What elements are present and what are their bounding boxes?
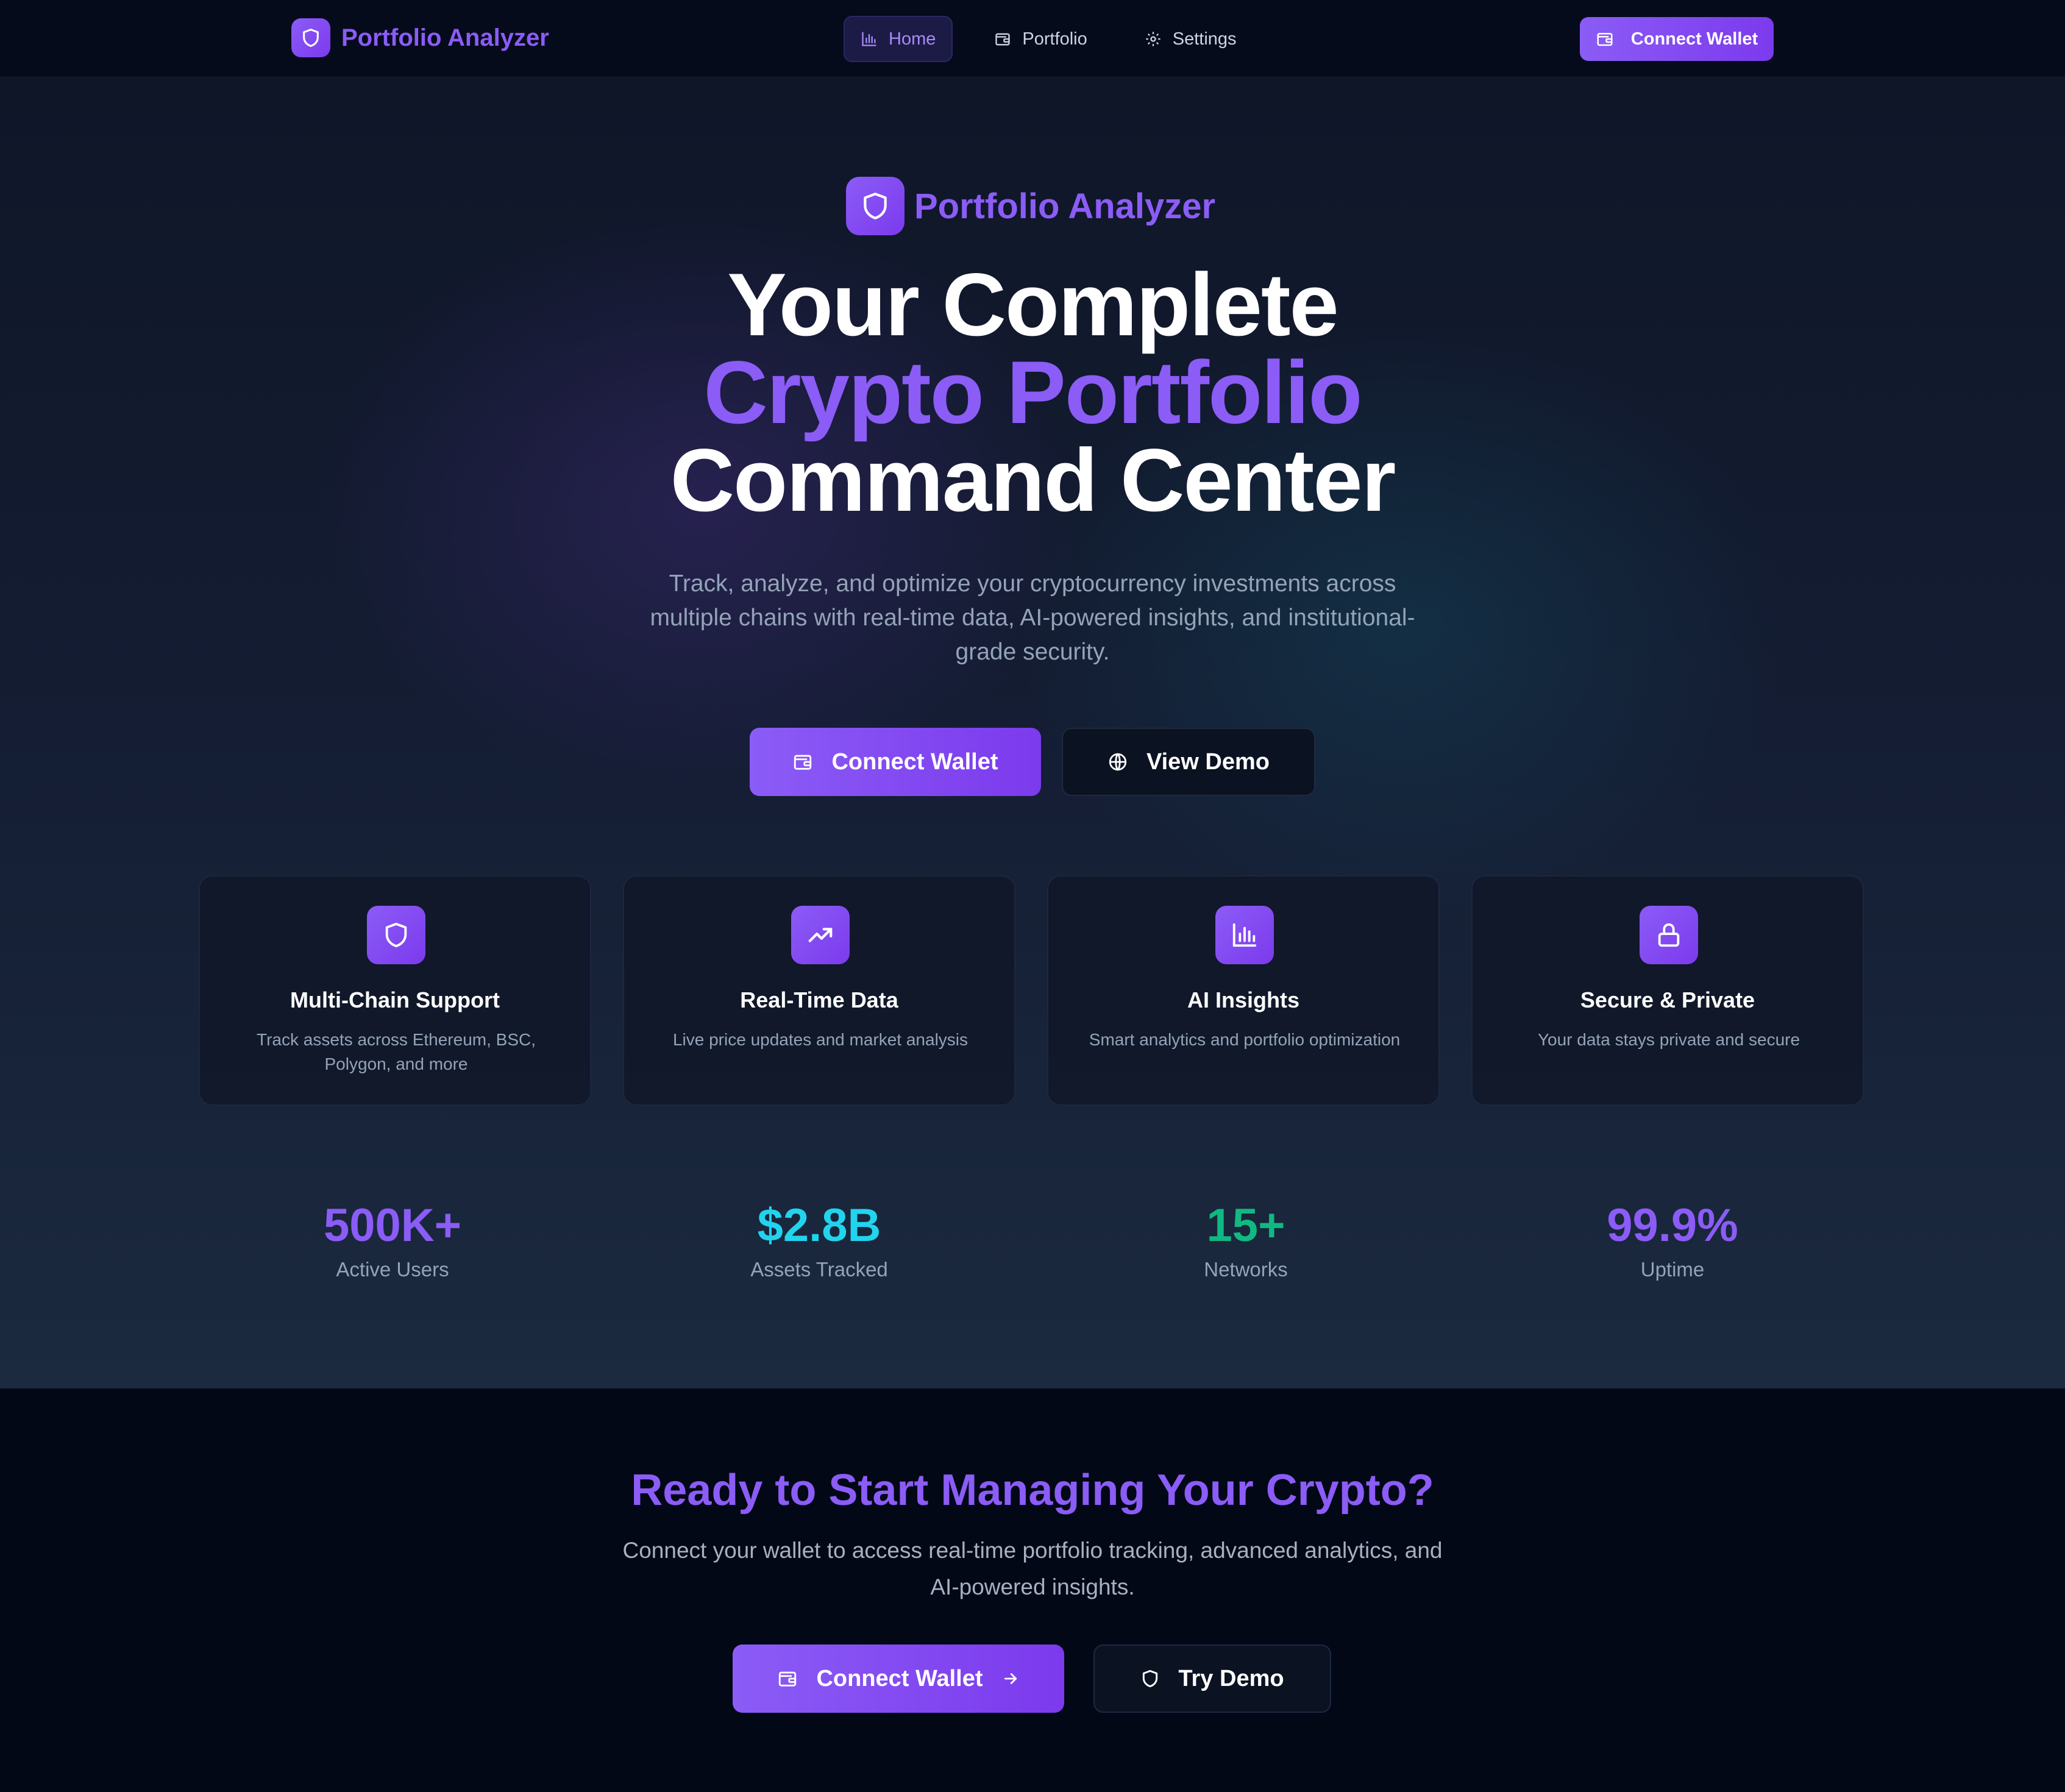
cta-title: Ready to Start Managing Your Crypto? — [631, 1466, 1434, 1515]
bar-chart-icon — [862, 32, 876, 46]
trending-up-icon — [791, 906, 850, 964]
stat-label: Networks — [1204, 1258, 1288, 1281]
hero-connect-wallet-button[interactable]: Connect Wallet — [750, 728, 1041, 796]
feature-title: Multi-Chain Support — [290, 987, 500, 1012]
shield-icon — [291, 18, 330, 57]
feature-description: Your data stays private and secure — [1537, 1030, 1800, 1049]
stat-value: $2.8B — [757, 1200, 881, 1251]
page: Portfolio Analyzer Home Portfolio Settin… — [0, 0, 2065, 1792]
nav-brand[interactable]: Portfolio Analyzer — [291, 18, 549, 57]
nav-link-label: Portfolio — [1022, 29, 1087, 49]
button-label: Connect Wallet — [816, 1665, 983, 1691]
feature-card-real-time: Real-Time Data Live price updates and ma… — [623, 875, 1015, 1106]
shield-icon — [1143, 1669, 1158, 1688]
wallet-icon — [779, 1671, 797, 1687]
hero-subtitle: Track, analyze, and optimize your crypto… — [650, 571, 1415, 665]
hero-headline: Your Complete Crypto Portfolio Command C… — [0, 255, 2065, 530]
feature-title: AI Insights — [1187, 987, 1299, 1012]
headline-line-1: Your Complete — [727, 255, 1339, 354]
headline-line-3: Command Center — [670, 430, 1396, 530]
brand-name: Portfolio Analyzer — [341, 24, 549, 51]
feature-description: Live price updates and market analysis — [672, 1030, 969, 1049]
feature-description: Smart analytics and portfolio optimizati… — [1089, 1030, 1401, 1049]
stat-active-users: 500K+ Active Users — [240, 1198, 545, 1281]
feature-card-ai-insights: AI Insights Smart analytics and portfoli… — [1047, 875, 1440, 1106]
try-demo-button[interactable]: Try Demo — [1093, 1644, 1331, 1713]
nav-link-home[interactable]: Home — [844, 16, 953, 62]
headline-line-2: Crypto Portfolio — [703, 343, 1362, 442]
globe-icon — [1109, 753, 1127, 771]
cta-description: Connect your wallet to access real-time … — [622, 1538, 1443, 1599]
nav-link-settings[interactable]: Settings — [1129, 16, 1253, 62]
nav-links: Home Portfolio Settings — [844, 16, 1278, 62]
feature-card-multi-chain: Multi-Chain Support Track assets across … — [199, 875, 591, 1106]
bar-chart-icon — [1215, 906, 1274, 964]
wallet-icon — [794, 755, 812, 770]
feature-card-secure: Secure & Private Your data stays private… — [1471, 875, 1864, 1106]
button-label: Connect Wallet — [831, 748, 998, 775]
stat-networks: 15+ Networks — [1093, 1198, 1398, 1281]
cta-connect-wallet-button[interactable]: Connect Wallet — [733, 1644, 1064, 1713]
stat-label: Uptime — [1640, 1258, 1705, 1281]
lock-icon — [1640, 906, 1698, 964]
arrow-right-icon — [1004, 1673, 1017, 1684]
stat-uptime: 99.9% Uptime — [1520, 1198, 1825, 1281]
hero-brand: Portfolio Analyzer — [846, 177, 1215, 235]
shield-icon — [846, 177, 905, 235]
nav-link-portfolio[interactable]: Portfolio — [978, 16, 1103, 62]
stat-label: Active Users — [336, 1258, 449, 1281]
connect-wallet-label: Connect Wallet — [1630, 29, 1758, 49]
cta-section: Ready to Start Managing Your Crypto? Con… — [0, 1388, 2065, 1792]
button-label: View Demo — [1146, 748, 1270, 775]
stat-label: Assets Tracked — [750, 1258, 888, 1281]
button-label: Try Demo — [1178, 1665, 1284, 1691]
feature-title: Real-Time Data — [740, 987, 898, 1012]
hero-brand-name: Portfolio Analyzer — [914, 186, 1216, 226]
nav-link-label: Settings — [1172, 29, 1237, 49]
top-nav: Portfolio Analyzer Home Portfolio Settin… — [0, 0, 2065, 78]
hero-section: Portfolio Analyzer Your Complete Crypto … — [0, 78, 2065, 1388]
feature-description: Track assets across Ethereum, BSC, Polyg… — [257, 1030, 536, 1073]
nav-link-label: Home — [889, 29, 936, 49]
feature-title: Secure & Private — [1580, 987, 1755, 1012]
view-demo-button[interactable]: View Demo — [1062, 728, 1315, 796]
stat-assets-tracked: $2.8B Assets Tracked — [667, 1198, 972, 1281]
stat-value: 500K+ — [323, 1200, 462, 1251]
stat-value: 15+ — [1206, 1200, 1285, 1251]
gear-icon — [1146, 32, 1160, 46]
shield-icon — [367, 906, 425, 964]
stat-value: 99.9% — [1607, 1200, 1738, 1251]
wallet-icon — [1597, 33, 1613, 46]
connect-wallet-button[interactable]: Connect Wallet — [1580, 17, 1774, 61]
wallet-icon — [995, 33, 1011, 46]
